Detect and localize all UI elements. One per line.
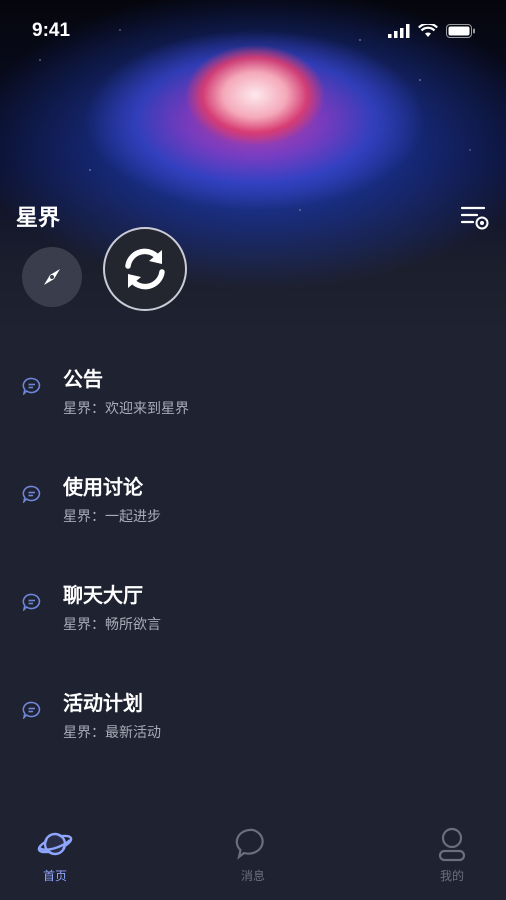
- list-settings-icon: [460, 206, 489, 230]
- status-time: 9:41: [32, 20, 71, 41]
- profile-icon: [438, 827, 466, 862]
- channel-item[interactable]: 公告 星界：欢迎来到星界: [0, 340, 506, 430]
- channel-item[interactable]: 活动计划 星界：最新活动: [0, 664, 506, 754]
- channel-name: 公告: [63, 367, 103, 391]
- refresh-button[interactable]: [103, 227, 187, 311]
- channel-item[interactable]: 聊天大厅 星界：畅所欲言: [0, 556, 506, 646]
- channel-desc: 星界：畅所欲言: [63, 617, 161, 633]
- signal-icon: [388, 24, 410, 38]
- tab-home[interactable]: 首页: [0, 820, 115, 900]
- page-title: 星界: [16, 206, 61, 231]
- channel-desc: 星界：一起进步: [63, 509, 161, 525]
- chat-icon: [22, 701, 41, 719]
- channel-item[interactable]: 使用讨论 星界：一起进步: [0, 448, 506, 538]
- tab-profile[interactable]: 我的: [392, 820, 506, 900]
- channel-name: 活动计划: [63, 691, 143, 715]
- chat-icon: [22, 485, 41, 503]
- tab-label: 我的: [439, 869, 464, 883]
- compass-icon: [44, 269, 60, 285]
- chat-icon: [22, 377, 41, 395]
- channel-name: 聊天大厅: [63, 583, 143, 607]
- channel-name: 使用讨论: [63, 475, 143, 499]
- chat-bubble-icon: [235, 828, 264, 860]
- bottom-tab-bar: 首页 消息 我的: [0, 820, 506, 900]
- channel-desc: 星界：最新活动: [63, 725, 161, 741]
- filter-settings-button[interactable]: [460, 202, 490, 232]
- status-bar: 9:41: [0, 0, 506, 64]
- tab-label: 首页: [42, 869, 67, 883]
- wifi-icon: [418, 24, 438, 37]
- chat-icon: [22, 593, 41, 611]
- tab-messages[interactable]: 消息: [193, 820, 313, 900]
- channel-desc: 星界：欢迎来到星界: [63, 401, 189, 417]
- refresh-icon: [125, 248, 165, 290]
- tab-label: 消息: [240, 869, 265, 883]
- planet-icon: [37, 832, 73, 856]
- explore-button[interactable]: [22, 247, 82, 307]
- battery-icon: [446, 24, 475, 38]
